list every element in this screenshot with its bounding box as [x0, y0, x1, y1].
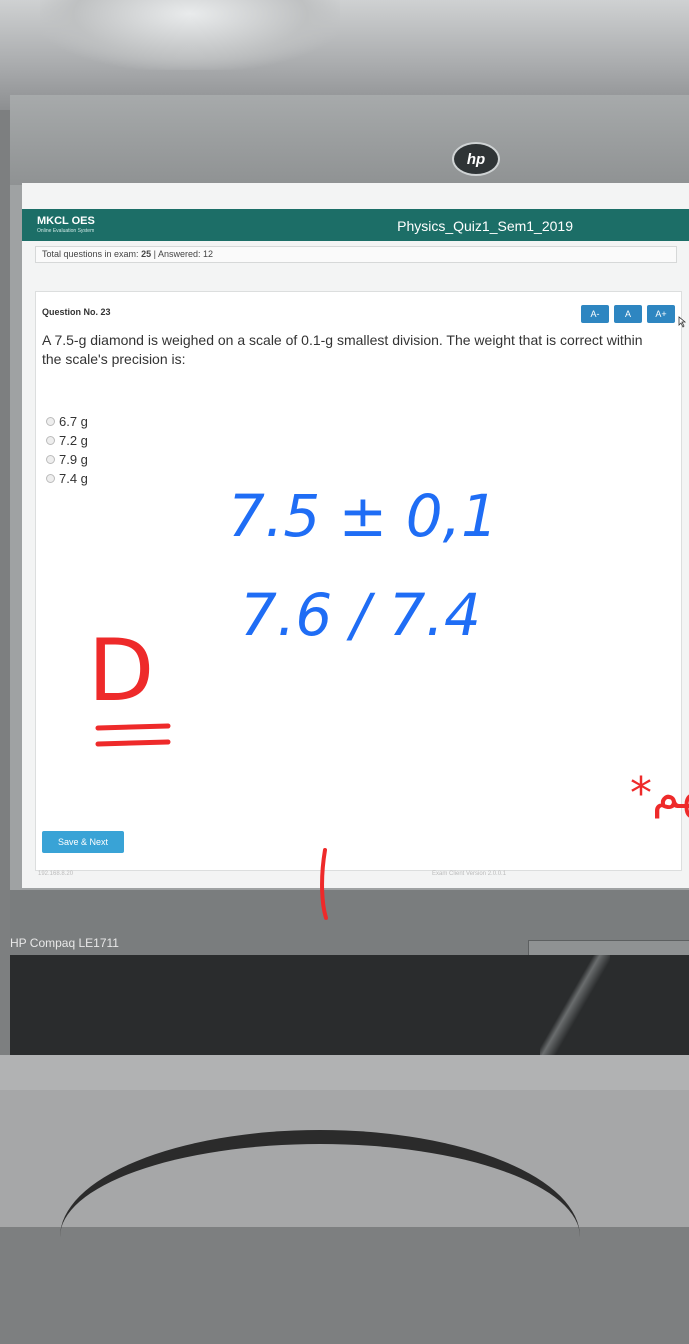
annotation-arabic: واحد منهم يجيهم*: [630, 768, 689, 819]
annotation-answer: D: [88, 621, 154, 721]
answer-underline-2: [95, 739, 171, 747]
annotation-line-1: 7.5 ± 0,1: [228, 482, 498, 550]
answer-underline-1: [95, 723, 171, 731]
annotation-line-2: 7.6 / 7.4: [240, 581, 481, 649]
handwriting-overlay: 7.5 ± 0,1 7.6 / 7.4 D واحد منهم يجيهم*: [88, 482, 689, 920]
arabic-stroke: [320, 848, 328, 920]
